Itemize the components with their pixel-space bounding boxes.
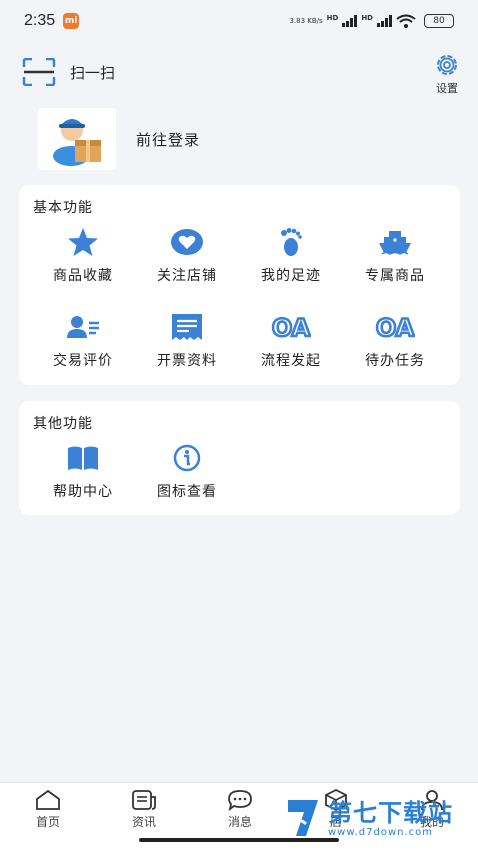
basic-functions-title: 基本功能 (33, 200, 93, 216)
tab-home-label: 首页 (35, 815, 60, 829)
tab-home[interactable]: 首页 (0, 789, 96, 830)
tab-news-label: 资讯 (131, 815, 156, 829)
start-process-item[interactable]: OA 流程发起 (239, 312, 343, 370)
svg-text:OA: OA (376, 314, 415, 340)
oa-icon: OA (375, 314, 415, 340)
watermark-logo-icon (288, 800, 318, 836)
invoice-info-item[interactable]: 开票资料 (135, 312, 239, 370)
home-indicator[interactable] (139, 838, 339, 842)
scan-button[interactable]: 扫一扫 (22, 58, 115, 86)
scan-label: 扫一扫 (70, 63, 116, 82)
status-indicators: 3.83 KB/s HD HD 80 (289, 14, 454, 28)
invoice-icon (172, 314, 202, 340)
watermark: 第七下载站 www.d7down.com (284, 796, 453, 840)
avatar (38, 108, 116, 170)
login-entry[interactable]: 前往登录 (38, 108, 200, 170)
tab-messages-label: 消息 (227, 815, 252, 829)
message-icon (228, 790, 252, 811)
book-icon (68, 446, 98, 470)
settings-label: 设置 (436, 82, 458, 95)
start-process-label: 流程发起 (261, 353, 321, 369)
svg-text:OA: OA (272, 314, 311, 340)
delivery-person-icon (53, 119, 101, 166)
user-review-icon (67, 316, 99, 338)
hd-badge: HD (326, 14, 339, 22)
info-icon (173, 444, 201, 472)
invoice-info-label: 开票资料 (157, 353, 217, 369)
footprints-item[interactable]: 我的足迹 (239, 227, 343, 285)
basic-functions-card: 基本功能 商品收藏 关注店铺 我的足迹 专属商品 交易评价 开票资料 OA 流程… (19, 185, 460, 385)
tab-messages[interactable]: 消息 (192, 789, 288, 830)
todo-tasks-label: 待办任务 (365, 353, 425, 369)
signal-icon-2 (377, 15, 392, 27)
trade-review-item[interactable]: 交易评价 (31, 312, 135, 370)
other-functions-title: 其他功能 (33, 416, 93, 432)
followed-shops-item[interactable]: 关注店铺 (135, 227, 239, 285)
watermark-url: www.d7down.com (328, 826, 434, 838)
wifi-icon (396, 14, 416, 28)
status-time: 2:35 (24, 12, 56, 29)
help-center-label: 帮助中心 (53, 484, 113, 500)
home-icon (36, 789, 60, 810)
exclusive-goods-item[interactable]: 专属商品 (343, 227, 447, 285)
network-speed: 3.83 KB/s (289, 17, 323, 25)
status-bar: 2:35 mi 3.83 KB/s HD HD 80 (0, 0, 478, 42)
trade-review-label: 交易评价 (53, 353, 113, 369)
settings-button[interactable]: 设置 (434, 52, 460, 96)
favorites-label: 商品收藏 (53, 268, 113, 284)
star-icon (68, 228, 98, 256)
footprint-icon (281, 228, 302, 256)
followed-shops-label: 关注店铺 (157, 268, 217, 284)
footprints-label: 我的足迹 (261, 268, 321, 284)
ship-icon (379, 231, 411, 255)
news-icon (132, 790, 156, 810)
scan-icon (22, 58, 56, 86)
login-text: 前往登录 (136, 130, 201, 149)
tab-news[interactable]: 资讯 (96, 789, 192, 830)
heart-icon (171, 229, 203, 255)
hd-badge-2: HD (361, 14, 373, 22)
exclusive-goods-label: 专属商品 (365, 268, 425, 284)
mi-app-icon: mi (63, 13, 80, 29)
watermark-title: 第七下载站 (328, 798, 453, 827)
oa-icon: OA (271, 314, 311, 340)
favorites-item[interactable]: 商品收藏 (31, 227, 135, 285)
icon-viewer-item[interactable]: 图标查看 (135, 443, 239, 501)
battery-icon: 80 (424, 14, 454, 28)
todo-tasks-item[interactable]: OA 待办任务 (343, 312, 447, 370)
gear-icon (437, 55, 457, 75)
icon-viewer-label: 图标查看 (157, 484, 217, 500)
other-functions-card: 其他功能 帮助中心 图标查看 (19, 401, 460, 515)
help-center-item[interactable]: 帮助中心 (31, 443, 135, 501)
signal-icon (342, 15, 358, 27)
